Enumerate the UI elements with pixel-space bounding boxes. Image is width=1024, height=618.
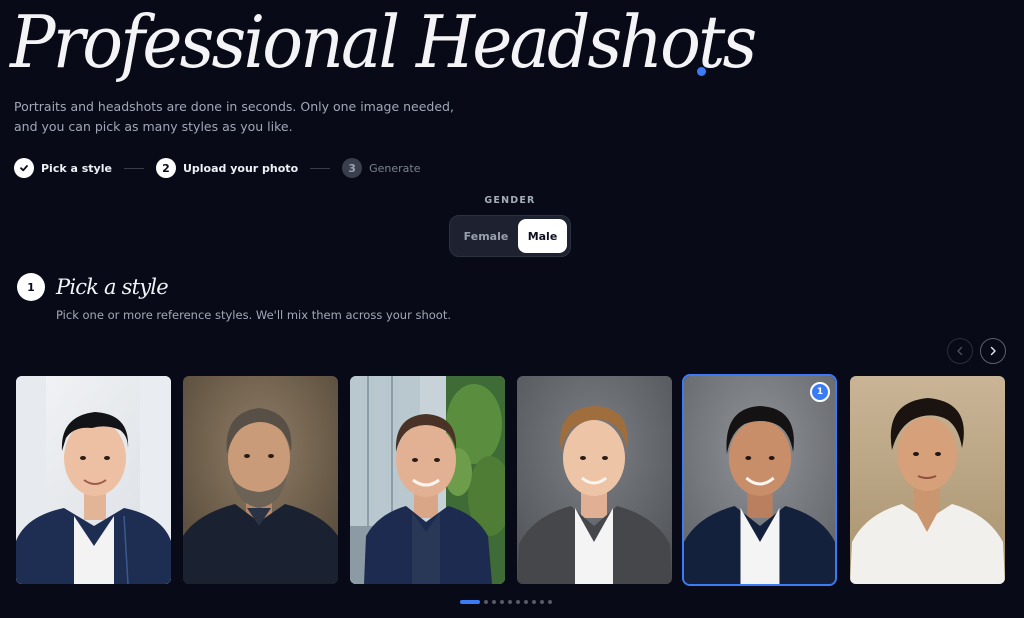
step-generate[interactable]: 3 Generate xyxy=(342,158,421,178)
subtitle-line-1: Portraits and headshots are done in seco… xyxy=(14,99,454,114)
chevron-left-icon xyxy=(957,346,963,356)
carousel-next-button[interactable] xyxy=(980,338,1006,364)
pagination-dot[interactable] xyxy=(492,600,496,604)
style-card-beige-casual[interactable] xyxy=(850,376,1005,584)
pagination-dot[interactable] xyxy=(548,600,552,604)
title-accent-dot xyxy=(697,67,706,76)
pagination-dot-active[interactable] xyxy=(460,600,480,604)
portrait-image xyxy=(16,376,171,584)
step-number: 3 xyxy=(342,158,363,178)
portrait-image xyxy=(183,376,338,584)
pagination-dot[interactable] xyxy=(508,600,512,604)
pagination-dot[interactable] xyxy=(516,600,520,604)
step-label: Pick a style xyxy=(41,161,112,175)
step-label: Generate xyxy=(369,161,421,175)
step-pick-a-style[interactable]: Pick a style xyxy=(14,158,112,178)
progress-stepper: Pick a style 2 Upload your photo 3 Gener… xyxy=(14,157,421,179)
check-icon xyxy=(14,158,34,178)
portrait-image xyxy=(850,376,1005,584)
style-card-bright-office[interactable] xyxy=(16,376,171,584)
portrait-image xyxy=(350,376,505,584)
carousel-pagination xyxy=(460,599,556,605)
pagination-dot[interactable] xyxy=(524,600,528,604)
portrait-image xyxy=(684,376,835,584)
pagination-dot[interactable] xyxy=(484,600,488,604)
pagination-dot[interactable] xyxy=(540,600,544,604)
section-title: Pick a style xyxy=(56,275,169,299)
subtitle-line-2: and you can pick as many styles as you l… xyxy=(14,119,293,134)
carousel-prev-button[interactable] xyxy=(947,338,973,364)
step-number: 2 xyxy=(155,158,176,178)
step-label: Upload your photo xyxy=(182,161,299,175)
step-connector xyxy=(123,167,144,169)
gender-label: GENDER xyxy=(484,195,536,206)
style-card-modern-office[interactable] xyxy=(350,376,505,584)
section-number-badge: 1 xyxy=(17,273,45,301)
selection-order-badge: 1 xyxy=(810,382,830,402)
style-card-grey-studio[interactable] xyxy=(517,376,672,584)
portrait-image xyxy=(517,376,672,584)
style-carousel: 1 xyxy=(0,374,1024,588)
page-subtitle: Portraits and headshots are done in seco… xyxy=(14,97,474,137)
gender-option-male[interactable]: Male xyxy=(518,219,567,253)
pagination-dot[interactable] xyxy=(532,600,536,604)
section-subtitle: Pick one or more reference styles. We'll… xyxy=(56,308,451,322)
page-title: Professional Headshots xyxy=(10,0,757,84)
step-connector xyxy=(310,167,331,169)
chevron-right-icon xyxy=(990,346,996,356)
step-upload-photo[interactable]: 2 Upload your photo xyxy=(155,158,299,178)
style-card-navy-suit[interactable]: 1 xyxy=(682,374,837,586)
gender-toggle: Female Male xyxy=(449,215,571,257)
pagination-dot[interactable] xyxy=(500,600,504,604)
style-card-warm-studio[interactable] xyxy=(183,376,338,584)
gender-option-female[interactable]: Female xyxy=(453,219,519,253)
page: Professional Headshots Portraits and hea… xyxy=(0,0,1024,618)
